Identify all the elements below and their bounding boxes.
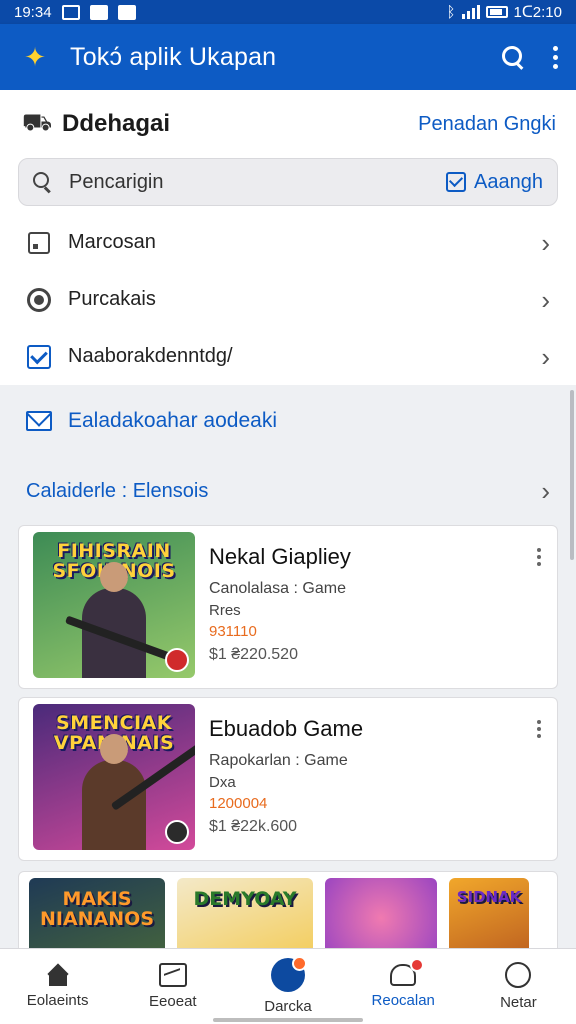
square-icon	[26, 230, 52, 256]
tile-title: DEMYOAY	[193, 888, 297, 910]
bell-icon	[390, 958, 425, 986]
chevron-right-icon: ›	[541, 475, 550, 506]
menu-item-purcakais[interactable]: Purcakais ›	[0, 271, 576, 328]
top-section: ⛟ Ddehagai Penadan Gngki Pencarigin Aaan…	[0, 90, 576, 385]
search-bar[interactable]: Pencarigin Aaangh	[18, 158, 558, 206]
face-icon	[505, 962, 532, 988]
battery-icon	[485, 6, 508, 18]
nav-label: Darcka	[264, 998, 312, 1015]
game-card[interactable]: FIHISRAIN SFOINNOIS Nekal Giapliey Canol…	[18, 525, 558, 689]
app-bar: ✦ Tokɔ́ aplik Ukapan	[0, 24, 576, 90]
checkbox-icon	[26, 344, 52, 370]
home-indicator	[213, 1018, 363, 1022]
filter-toggle[interactable]: Aaangh	[446, 171, 543, 194]
menu-item-label: Purcakais	[68, 288, 156, 310]
notification-icon	[61, 4, 80, 20]
store-icon: ⛟	[22, 109, 53, 136]
chart-icon	[158, 963, 187, 987]
game-card[interactable]: SMENCIAK VPANINAIS Ebuadob Game Rapokarl…	[18, 697, 558, 861]
page-title: Ddehagai	[62, 110, 171, 137]
game-thumbnail: FIHISRAIN SFOINNOIS	[33, 532, 195, 678]
scrollbar[interactable]	[570, 390, 574, 560]
home-icon	[45, 964, 71, 986]
nav-item-reocalan[interactable]: Reocalan	[346, 949, 461, 1024]
badge-icon	[165, 820, 189, 844]
app-title: Tokɔ́ aplik Ukapan	[70, 42, 277, 71]
search-icon	[33, 172, 53, 192]
header-link[interactable]: Penadan Gngki	[418, 113, 556, 136]
chevron-right-icon: ›	[541, 284, 550, 315]
more-options-icon[interactable]	[537, 548, 541, 566]
game-code: 1200004	[209, 795, 268, 812]
game-thumbnail: SMENCIAK VPANINAIS	[33, 704, 195, 850]
nav-label: Eolaeints	[26, 992, 89, 1009]
search-icon[interactable]	[501, 45, 525, 69]
tile-title: MAKIS NIANANOS	[39, 888, 155, 930]
overflow-menu-icon[interactable]	[553, 45, 558, 69]
game-code: 931110	[209, 623, 257, 640]
mail-link-row[interactable]: Ealadakoahar aodeaki	[0, 385, 576, 457]
category-label: Calaiderle : Elensois	[26, 479, 209, 502]
status-clock: 1ᑕ2:10	[513, 4, 563, 21]
message-icon	[89, 4, 108, 20]
mail-label: Ealadakoahar aodeaki	[68, 409, 277, 432]
chevron-right-icon: ›	[541, 341, 550, 372]
mail-notification-icon	[117, 4, 136, 20]
app-logo-icon[interactable]: ✦	[18, 40, 52, 74]
tile-title: SIDNAK	[456, 888, 522, 906]
search-input[interactable]: Pencarigin	[69, 171, 164, 194]
mail-icon	[26, 411, 52, 431]
nav-item-netar[interactable]: Netar	[461, 949, 576, 1024]
store-header: ⛟ Ddehagai Penadan Gngki	[0, 90, 576, 158]
more-options-icon[interactable]	[537, 720, 541, 738]
nav-label: Reocalan	[371, 992, 435, 1009]
signal-icon	[461, 5, 480, 19]
game-price: $1 ₴220.520	[209, 646, 298, 663]
menu-item-label: Naaborakdenntdg/	[68, 345, 233, 367]
nav-item-eolaeints[interactable]: Eolaeints	[0, 949, 115, 1024]
bottom-navigation: Eolaeints Eeoeat Darcka Reocalan Netar	[0, 948, 576, 1024]
game-meta: Dxa	[209, 774, 236, 791]
checkbox-icon	[446, 172, 467, 192]
status-time: 19:34	[14, 3, 52, 21]
filter-label: Aaangh	[474, 170, 543, 193]
game-meta: Rres	[209, 602, 241, 619]
chevron-right-icon: ›	[541, 227, 550, 258]
nav-item-darcka[interactable]: Darcka	[230, 949, 345, 1024]
game-price: $1 ₴22k.600	[209, 818, 298, 835]
status-bar: 19:34 ᛒ 1ᑕ2:10	[0, 0, 576, 24]
camera-icon	[26, 287, 52, 313]
nav-item-eeoeat[interactable]: Eeoeat	[115, 949, 230, 1024]
game-subtitle: Canolalasa : Game	[209, 580, 346, 597]
menu-item-marcosan[interactable]: Marcosan ›	[0, 214, 576, 271]
game-title: Ebuadob Game	[209, 716, 364, 741]
bluetooth-icon: ᛒ	[446, 3, 456, 21]
nav-label: Netar	[500, 994, 537, 1011]
menu-item-label: Marcosan	[68, 231, 156, 253]
category-row[interactable]: Calaiderle : Elensois ›	[0, 457, 576, 525]
nav-label: Eeoeat	[149, 993, 197, 1010]
dashboard-icon	[271, 956, 307, 992]
menu-item-naaborak[interactable]: Naaborakdenntdg/ ›	[0, 328, 576, 385]
game-subtitle: Rapokarlan : Game	[209, 752, 348, 769]
badge-icon	[165, 648, 189, 672]
game-title: Nekal Giapliey	[209, 544, 351, 569]
